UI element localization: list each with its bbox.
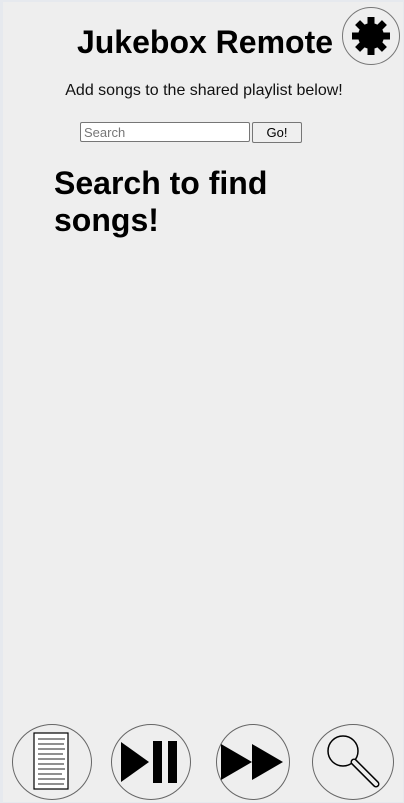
settings-button[interactable] <box>342 7 400 65</box>
magnifying-glass-icon <box>327 735 380 788</box>
search-nav-button[interactable] <box>312 724 394 800</box>
search-input[interactable] <box>80 122 250 142</box>
empty-results-message: Search to find songs! <box>54 165 268 238</box>
gear-icon <box>352 17 390 55</box>
fast-forward-icon <box>221 744 283 780</box>
playlist-button[interactable] <box>12 724 92 800</box>
play-pause-button[interactable] <box>111 724 191 800</box>
play-pause-icon <box>121 741 177 783</box>
jukebox-app: Jukebox Remote Add songs to the shared p… <box>3 2 403 802</box>
playlist-icon <box>33 732 69 790</box>
skip-button[interactable] <box>216 724 290 800</box>
page-subtitle: Add songs to the shared playlist below! <box>65 82 343 99</box>
go-button[interactable]: Go! <box>252 122 302 143</box>
